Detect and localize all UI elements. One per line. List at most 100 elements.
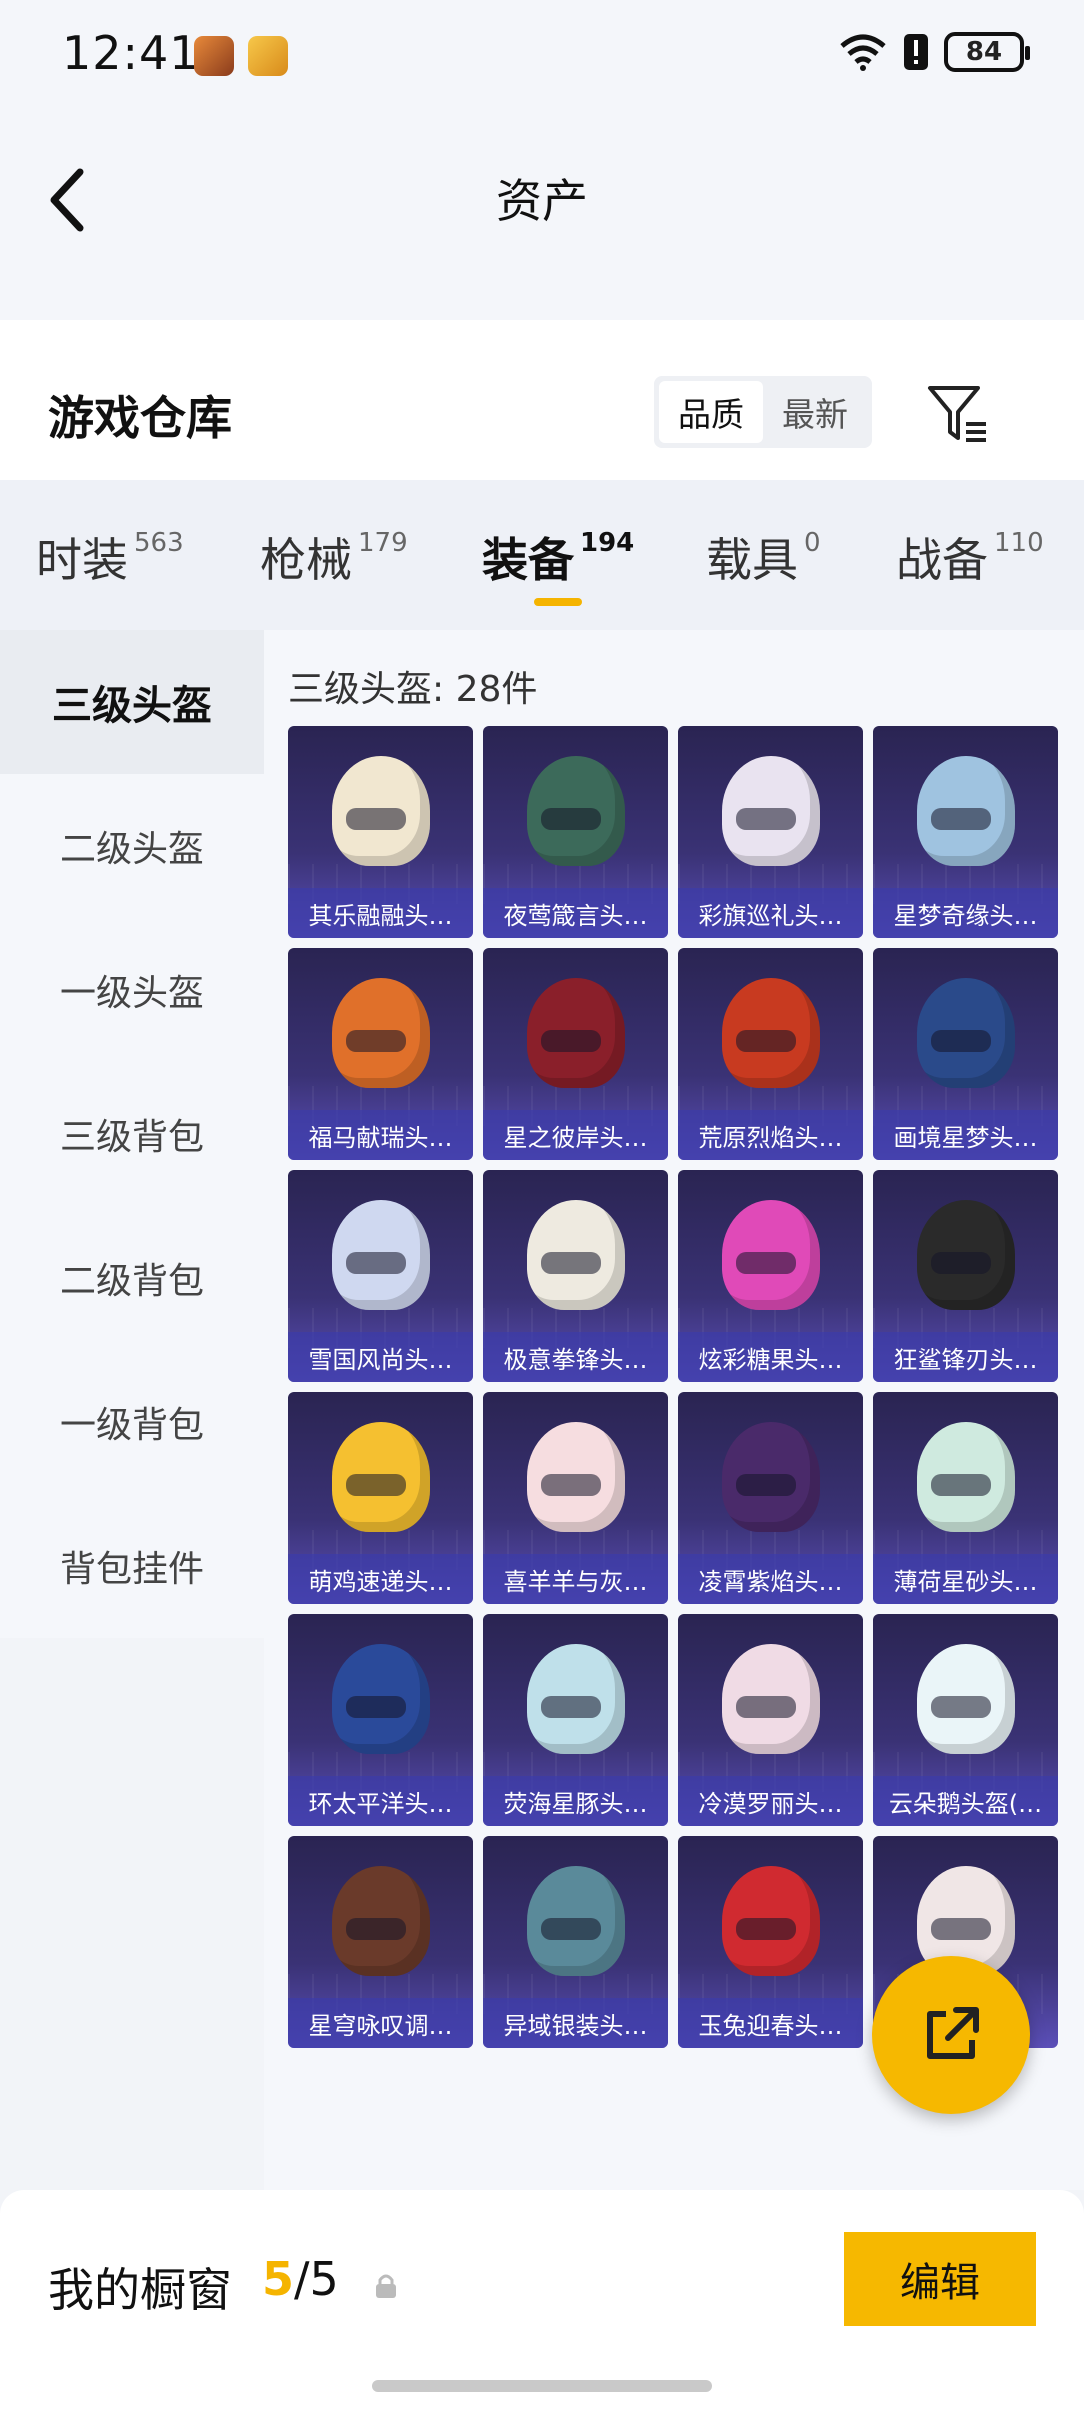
helmet-item-card[interactable]: 环太平洋头… (288, 1614, 473, 1826)
item-name: 彩旗巡礼头… (678, 888, 863, 938)
helmet-image (722, 1422, 820, 1532)
battery-indicator: 84 (944, 32, 1030, 72)
helmet-image (332, 756, 430, 866)
helmet-item-card[interactable]: 炫彩糖果头… (678, 1170, 863, 1382)
helmet-image (527, 978, 625, 1088)
helmet-image (332, 1200, 430, 1310)
helmet-item-card[interactable]: 狂鲨锋刃头… (873, 1170, 1058, 1382)
helmet-item-card[interactable]: 萌鸡速递头… (288, 1392, 473, 1604)
item-name: 画境星梦头… (873, 1110, 1058, 1160)
showcase-count: 5/5 (262, 2252, 339, 2306)
item-name: 狂鲨锋刃头… (873, 1332, 1058, 1382)
helmet-item-card[interactable]: 极意拳锋头… (483, 1170, 668, 1382)
helmet-image (332, 1644, 430, 1754)
item-name: 夜莺箴言头… (483, 888, 668, 938)
helmet-item-card[interactable]: 其乐融融头… (288, 726, 473, 938)
filter-icon[interactable] (926, 382, 990, 446)
subcategory-sidebar: 三级头盔 二级头盔 一级头盔 三级背包 二级背包 一级背包 背包挂件 (0, 630, 264, 2190)
helmet-item-card[interactable]: 雪国风尚头… (288, 1170, 473, 1382)
helmet-item-card[interactable]: 喜羊羊与灰… (483, 1392, 668, 1604)
page-title: 资产 (496, 174, 588, 228)
item-name: 环太平洋头… (288, 1776, 473, 1826)
tab-label: 载具 (706, 533, 798, 587)
helmet-item-card[interactable]: 荒原烈焰头… (678, 948, 863, 1160)
item-name: 炫彩糖果头… (678, 1332, 863, 1382)
helmet-image (527, 1644, 625, 1754)
share-button[interactable] (872, 1956, 1030, 2114)
helmet-item-card[interactable]: 云朵鹅头盔(… (873, 1614, 1058, 1826)
tab-count: 194 (580, 528, 635, 558)
warehouse-title: 游戏仓库 (48, 391, 232, 445)
helmet-item-card[interactable]: 画境星梦头… (873, 948, 1058, 1160)
tab-label: 战备 (896, 533, 988, 587)
sidebar-item-level2-helmet[interactable]: 二级头盔 (0, 774, 264, 918)
item-name: 雪国风尚头… (288, 1332, 473, 1382)
helmet-item-card[interactable]: 异域银装头… (483, 1836, 668, 2048)
item-grid: 其乐融融头… 夜莺箴言头… 彩旗巡礼头… 星梦奇缘头… 福马献瑞头… 星之彼岸头… 荒原烈焰… (288, 726, 1068, 2048)
tab-label: 枪械 (260, 533, 352, 587)
helmet-image (722, 1866, 820, 1976)
item-name: 福马献瑞头… (288, 1110, 473, 1160)
tab-fashion[interactable]: 时装 563 (36, 524, 184, 590)
nav-bar: 资产 (0, 110, 1084, 320)
helmet-image (917, 756, 1015, 866)
helmet-item-card[interactable]: 夜莺箴言头… (483, 726, 668, 938)
wifi-icon (840, 34, 886, 71)
tab-count: 179 (358, 528, 408, 558)
sort-quality-option[interactable]: 品质 (659, 381, 763, 443)
showcase-bar: 我的橱窗 5/5 编辑 (0, 2190, 1084, 2412)
game-app-icon (194, 36, 234, 76)
sort-newest-option[interactable]: 最新 (763, 381, 867, 443)
status-bar: 12:41 84 (0, 0, 1084, 110)
edit-button[interactable]: 编辑 (844, 2232, 1036, 2326)
sidebar-item-level3-backpack[interactable]: 三级背包 (0, 1062, 264, 1206)
tab-equipment[interactable]: 装备 194 (482, 524, 634, 590)
helmet-image (527, 1200, 625, 1310)
tab-count: 0 (804, 528, 821, 558)
helmet-item-card[interactable]: 凌霄紫焰头… (678, 1392, 863, 1604)
item-name: 异域银装头… (483, 1998, 668, 2048)
tab-label: 时装 (36, 533, 128, 587)
helmet-item-card[interactable]: 玉兔迎春头… (678, 1836, 863, 2048)
item-name: 荒原烈焰头… (678, 1110, 863, 1160)
helmet-item-card[interactable]: 荧海星豚头… (483, 1614, 668, 1826)
sort-toggle: 品质 最新 (654, 376, 872, 448)
helmet-image (917, 978, 1015, 1088)
tab-combat-gear[interactable]: 战备 110 (896, 524, 1044, 590)
sidebar-item-level2-backpack[interactable]: 二级背包 (0, 1206, 264, 1350)
sidebar-item-level3-helmet[interactable]: 三级头盔 (0, 630, 264, 774)
home-indicator[interactable] (372, 2380, 712, 2392)
helmet-item-card[interactable]: 星之彼岸头… (483, 948, 668, 1160)
item-name: 冷漠罗丽头… (678, 1776, 863, 1826)
item-name: 星梦奇缘头… (873, 888, 1058, 938)
item-name: 云朵鹅头盔(… (873, 1776, 1058, 1826)
helmet-image (722, 756, 820, 866)
sidebar-item-backpack-charm[interactable]: 背包挂件 (0, 1494, 264, 1638)
tab-label: 装备 (482, 533, 574, 587)
helmet-item-card[interactable]: 福马献瑞头… (288, 948, 473, 1160)
item-name: 极意拳锋头… (483, 1332, 668, 1382)
showcase-title: 我的橱窗 (48, 2263, 232, 2317)
tab-vehicles[interactable]: 载具 0 (706, 524, 821, 590)
item-name: 星之彼岸头… (483, 1110, 668, 1160)
item-name: 凌霄紫焰头… (678, 1554, 863, 1604)
item-name: 萌鸡速递头… (288, 1554, 473, 1604)
item-name: 荧海星豚头… (483, 1776, 668, 1826)
helmet-item-card[interactable]: 星穹咏叹调… (288, 1836, 473, 2048)
sidebar-item-level1-helmet[interactable]: 一级头盔 (0, 918, 264, 1062)
tab-weapons[interactable]: 枪械 179 (260, 524, 408, 590)
item-name: 薄荷星砂头… (873, 1554, 1058, 1604)
helmet-image (332, 978, 430, 1088)
helmet-item-card[interactable]: 冷漠罗丽头… (678, 1614, 863, 1826)
item-name: 喜羊羊与灰… (483, 1554, 668, 1604)
alert-icon (904, 34, 928, 70)
helmet-image (722, 978, 820, 1088)
helmet-image (917, 1644, 1015, 1754)
helmet-item-card[interactable]: 薄荷星砂头… (873, 1392, 1058, 1604)
helmet-item-card[interactable]: 星梦奇缘头… (873, 726, 1058, 938)
sidebar-item-level1-backpack[interactable]: 一级背包 (0, 1350, 264, 1494)
item-name: 其乐融融头… (288, 888, 473, 938)
helmet-item-card[interactable]: 彩旗巡礼头… (678, 726, 863, 938)
category-tabs: 时装 563 枪械 179 装备 194 载具 0 战备 110 (0, 480, 1084, 630)
section-title: 三级头盔: 28件 (288, 669, 538, 710)
